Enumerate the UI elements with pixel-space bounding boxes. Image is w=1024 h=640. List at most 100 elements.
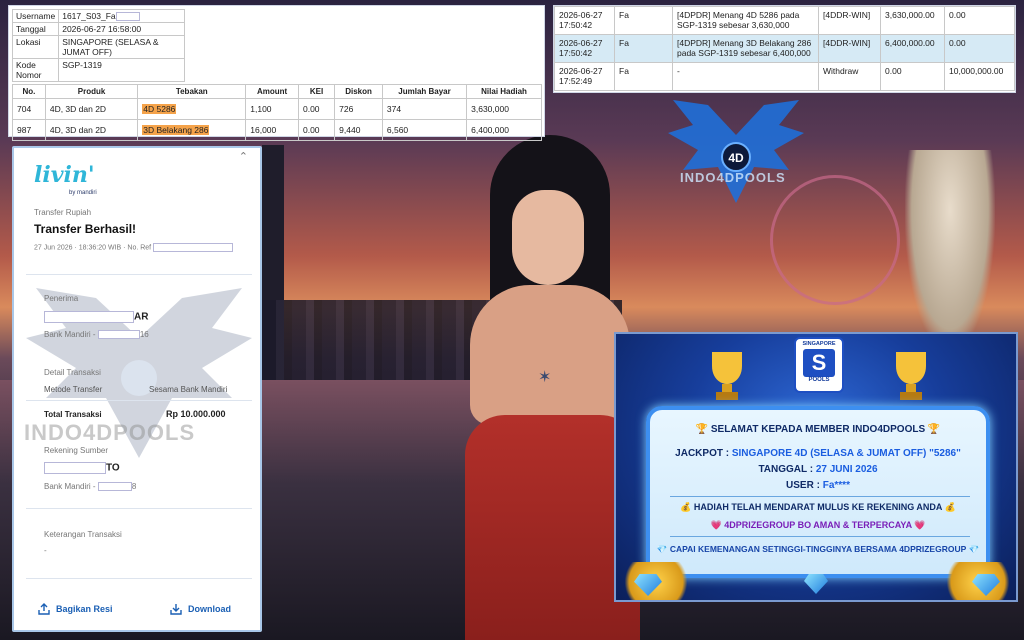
redacted-box [97, 330, 140, 340]
cell-produk: 4D, 3D dan 2D [44, 98, 139, 120]
receipt-date: 27 Jun 2026 · 18:36:20 WIB · No. Ref [34, 243, 234, 252]
cell-no: 987 [12, 119, 46, 141]
cell-jumlah-bayar: 374 [381, 98, 468, 120]
divider [26, 274, 252, 275]
info-value: 2026-06-27 16:58:00 [58, 22, 186, 37]
divider [670, 496, 970, 497]
total-value: Rp 10.000.000 [166, 409, 226, 419]
cell-diskon: 726 [334, 98, 383, 120]
info-row: Kode Nomor SGP-1319 [11, 58, 186, 83]
tx-time: 17:50:42 [559, 48, 593, 58]
column-header: Jumlah Bayar [381, 84, 468, 99]
cell-datetime: 2026-06-27 17:50:42 [554, 34, 615, 63]
cell-debit: 0.00 [944, 6, 1015, 35]
sumber-suffix: TO [106, 462, 120, 474]
cell-datetime: 2026-06-27 17:52:49 [554, 62, 615, 91]
metode-label: Metode Transfer [44, 385, 103, 394]
penerima-label: Penerima [44, 294, 79, 303]
cell-kei: 0.00 [297, 119, 336, 141]
logo-bottom-text: POOLS [808, 377, 830, 383]
metode-value: Sesama Bank Mandiri [149, 385, 228, 394]
user-value: Fa**** [822, 480, 850, 491]
info-value: SINGAPORE (SELASA & JUMAT OFF) [58, 35, 186, 60]
receipt-title: Transfer Berhasil! [34, 222, 137, 236]
panel-title: 🏆 SELAMAT KEPADA MEMBER INDO4DPOOLS 🏆 [695, 424, 941, 435]
info-value: 1617_S03_Fa [58, 8, 186, 24]
livin-logo-sub: by mandiri [69, 190, 97, 196]
eagle-logo-icon: 4D [668, 100, 804, 203]
penerima-name: AR [44, 311, 148, 323]
info-row: Tanggal 2026-06-27 16:58:00 [11, 22, 186, 37]
cell-description: - [672, 62, 819, 91]
cell-jumlah-bayar: 6,560 [381, 119, 468, 141]
table-row: 987 4D, 3D dan 2D 3D Belakang 286 16,000… [12, 119, 542, 141]
cell-credit: 6,400,000.00 [880, 34, 945, 63]
tx-date: 2026-06-27 [559, 38, 603, 48]
receipt-date-text: 27 Jun 2026 · 18:36:20 WIB · No. Ref [34, 244, 152, 252]
cell-type: [4DDR-WIN] [818, 34, 881, 63]
cell-nilai-hadiah: 3,630,000 [466, 98, 542, 120]
jackpot-value: SINGAPORE 4D (SELASA & JUMAT OFF) "5286" [731, 448, 961, 459]
user-line: USER : Fa**** [650, 480, 986, 491]
diamond-icon [804, 574, 828, 594]
jackpot-line: JACKPOT : SINGAPORE 4D (SELASA & JUMAT O… [650, 448, 986, 459]
transaction-history-card: 2026-06-27 17:50:42 Fa [4DPDR] Menang 4D … [553, 5, 1016, 93]
share-receipt-button[interactable]: Bagikan Resi [38, 603, 113, 615]
tx-time: 17:50:42 [559, 20, 593, 30]
logo-top-text: SINGAPORE [802, 341, 836, 347]
model-shoulders [470, 285, 630, 425]
total-label: Total Transaksi [44, 410, 102, 419]
download-button[interactable]: Download [170, 603, 231, 615]
highlighted-guess: 4D 5286 [142, 104, 177, 114]
bet-info-table: Username 1617_S03_Fa Tanggal 2026-06-27 … [11, 8, 186, 83]
download-label: Download [188, 604, 231, 614]
singapore-pools-logo: SINGAPORE S POOLS [794, 337, 844, 393]
keterangan-label: Keterangan Transaksi [44, 530, 122, 539]
tanggal-line: TANGGAL : 27 JUNI 2026 [650, 464, 986, 475]
info-label: Username [11, 8, 60, 24]
cell-diskon: 9,440 [334, 119, 383, 141]
transfer-receipt: ⌃ livin' by mandiri Transfer Rupiah Tran… [12, 146, 262, 632]
bank-penerima-text: Bank Mandiri - [44, 330, 96, 339]
cell-debit: 0.00 [944, 34, 1015, 63]
column-header: Tebakan [137, 84, 247, 99]
column-header: Diskon [334, 84, 383, 99]
chevron-up-icon[interactable]: ⌃ [239, 150, 248, 163]
bank-sumber-text: Bank Mandiri - [44, 482, 96, 491]
info-value: SGP-1319 [58, 58, 186, 83]
tanggal-label: TANGGAL : [758, 464, 814, 475]
tx-date: 2026-06-27 [559, 10, 603, 20]
redacted-box [97, 482, 132, 492]
redacted-box [44, 311, 134, 323]
divider [26, 578, 252, 579]
redacted-box [44, 462, 106, 474]
group-line: 💗 4DPRIZEGROUP BO AMAN & TERPERCAYA 💗 [710, 520, 926, 530]
cell-type: Withdraw [818, 62, 881, 91]
sumber-label: Rekening Sumber [44, 446, 109, 455]
cell-user: Fa [614, 34, 673, 63]
table-row: 704 4D, 3D dan 2D 4D 5286 1,100 0.00 726… [12, 98, 542, 120]
divider [26, 508, 252, 509]
cell-user: Fa [614, 62, 673, 91]
share-icon [38, 603, 50, 615]
info-value-text: 1617_S03_Fa [62, 11, 116, 21]
redacted-box [115, 12, 140, 22]
info-row: Lokasi SINGAPORE (SELASA & JUMAT OFF) [11, 35, 186, 60]
cell-description: [4DPDR] Menang 4D 5286 pada SGP-1319 seb… [672, 6, 819, 35]
bank-sumber-suffix: 8 [131, 482, 137, 491]
cell-datetime: 2026-06-27 17:50:42 [554, 6, 615, 35]
penerima-suffix: AR [134, 311, 149, 323]
info-label: Tanggal [11, 22, 60, 37]
table-row: 2026-06-27 17:50:42 Fa [4DPDR] Menang 3D … [554, 34, 1015, 63]
divider [670, 536, 970, 537]
cell-type: [4DDR-WIN] [818, 6, 881, 35]
bet-table: No. Produk Tebakan Amount KEI Diskon Jum… [12, 84, 542, 141]
cell-amount: 1,100 [245, 98, 299, 120]
model-face [512, 190, 584, 285]
section-label: Transfer Rupiah [34, 208, 92, 217]
announcement-panel: 🏆 SELAMAT KEPADA MEMBER INDO4DPOOLS 🏆 JA… [646, 406, 990, 578]
bank-penerima-suffix: 16 [139, 330, 149, 339]
cell-kei: 0.00 [297, 98, 336, 120]
cell-tebakan: 4D 5286 [137, 98, 247, 120]
cell-no: 704 [12, 98, 46, 120]
